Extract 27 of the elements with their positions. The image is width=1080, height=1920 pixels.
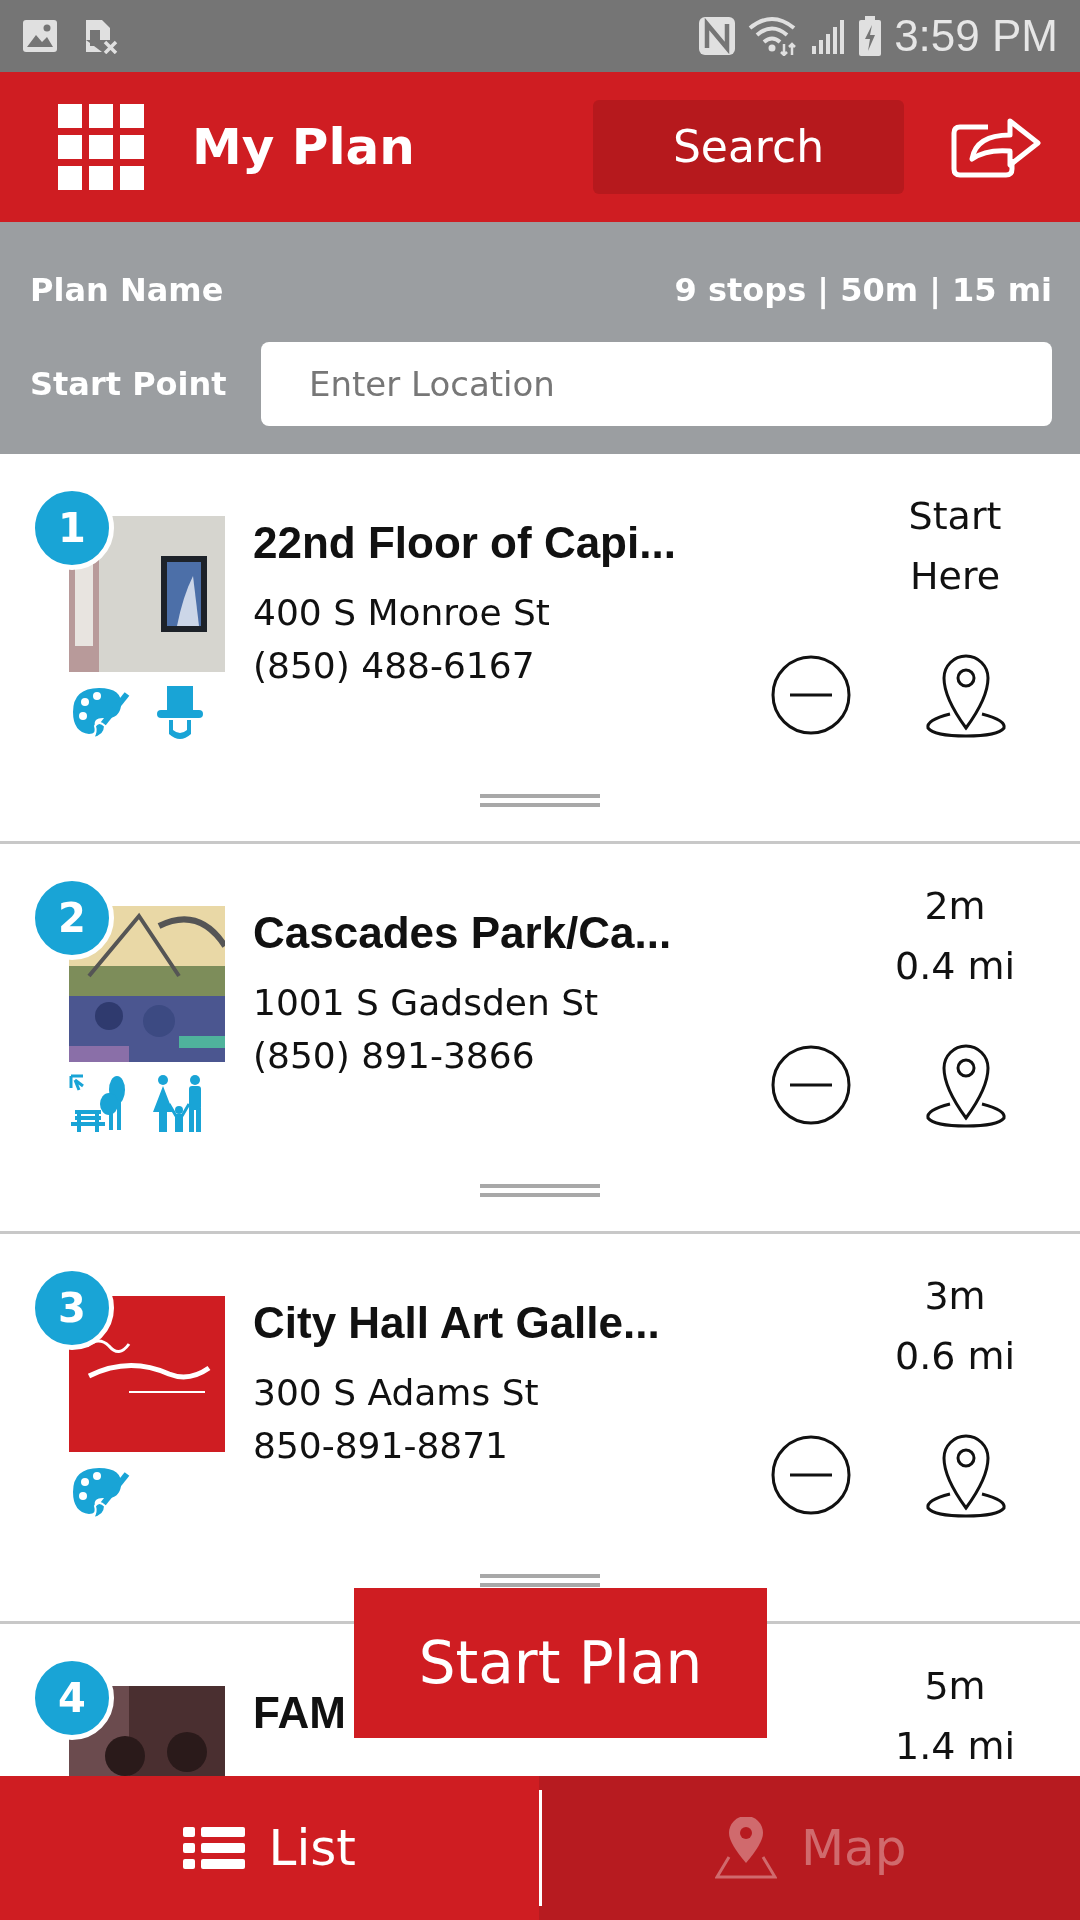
plan-name-label: Plan Name <box>30 270 224 311</box>
search-button[interactable]: Search <box>593 100 904 194</box>
start-location-field[interactable]: Enter Location <box>261 342 1052 426</box>
stop-address: 300 S Adams St <box>253 1371 540 1415</box>
stop-address: 1001 S Gadsden St <box>253 981 600 1025</box>
stop-address: 400 S Monroe St <box>253 591 551 635</box>
stop-phone[interactable]: 850-891-8871 <box>253 1422 723 1470</box>
tab[interactable]: List <box>0 1776 539 1920</box>
screen-title: My Plan <box>192 116 415 178</box>
stop-title: Cascades Park/Ca... <box>253 907 673 959</box>
stop-phone[interactable]: (850) 488-6167 <box>253 642 723 690</box>
travel-info: 5m <box>923 1663 987 1710</box>
status-time: 3:59 PM <box>894 10 1058 62</box>
stop-phone[interactable]: (850) 891-3866 <box>253 1032 723 1080</box>
start-point-label: Start Point <box>30 364 228 405</box>
travel-info: Here <box>908 553 1002 600</box>
travel-info: 2m <box>923 883 987 930</box>
start-plan-button[interactable]: Start Plan <box>354 1588 767 1738</box>
stop-title: 22nd Floor of Capi... <box>253 517 677 569</box>
travel-info: 0.6 mi <box>893 1333 1017 1380</box>
travel-info: 3m <box>923 1273 987 1320</box>
travel-info: Start <box>907 493 1003 540</box>
plan-summary: 9 stops | 50m | 15 mi <box>674 270 1052 311</box>
stop-title: City Hall Art Galle... <box>253 1297 661 1349</box>
travel-info: 0.4 mi <box>893 943 1017 990</box>
stop-title: FAM <box>253 1687 347 1739</box>
travel-info: 1.4 mi <box>893 1723 1017 1770</box>
